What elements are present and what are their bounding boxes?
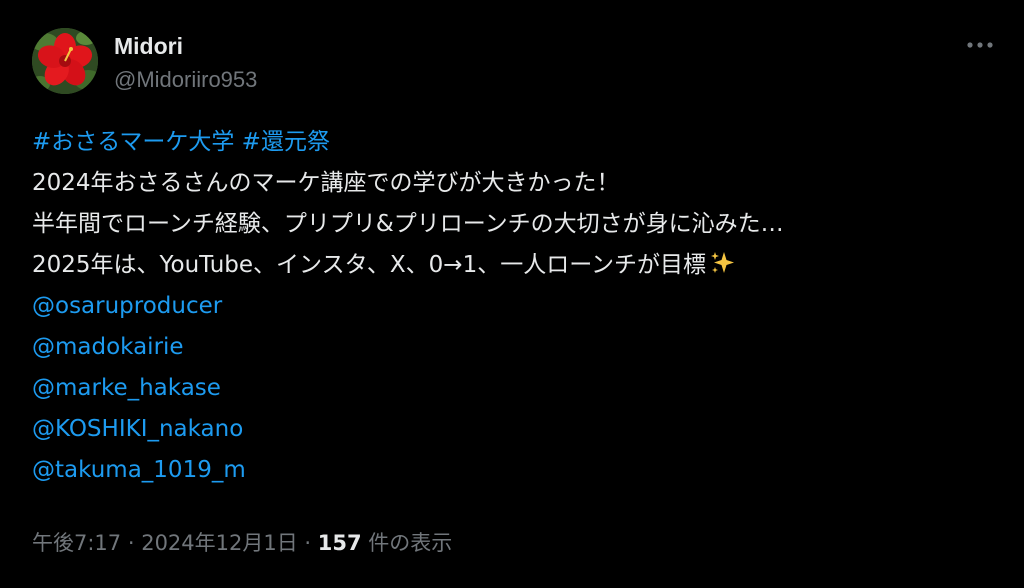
mention-link[interactable]: @marke_hakase [32, 375, 221, 401]
mention-line: @madokairie [32, 327, 992, 368]
mention-link[interactable]: @takuma_1019_m [32, 457, 246, 483]
avatar-hibiscus-image [32, 28, 98, 94]
mention-line: @KOSHIKI_nakano [32, 409, 992, 450]
mention-line: @osaruproducer [32, 286, 992, 327]
tweet-text-line-with-emoji: 2025年は、YouTube、インスタ、X、0→1、一人ローンチが目標 [32, 245, 992, 286]
tweet-card: Midori @Midoriiro953 #おさるマーケ大学 #還元祭 2024… [0, 0, 1024, 588]
mention-link[interactable]: @KOSHIKI_nakano [32, 416, 243, 442]
mention-link[interactable]: @osaruproducer [32, 293, 222, 319]
mention-link[interactable]: @madokairie [32, 334, 184, 360]
hashtag-link[interactable]: #還元祭 [242, 129, 330, 155]
avatar[interactable] [32, 28, 98, 94]
mention-line: @takuma_1019_m [32, 450, 992, 491]
hashtag-line: #おさるマーケ大学 #還元祭 [32, 122, 992, 163]
more-options-button[interactable] [964, 32, 996, 58]
mention-line: @marke_hakase [32, 368, 992, 409]
meta-separator: · [297, 531, 318, 555]
hashtag-link[interactable]: #おさるマーケ大学 [32, 129, 234, 155]
date-link[interactable]: 2024年12月1日 [141, 531, 298, 555]
sparkles-icon [710, 249, 736, 290]
tweet-text: #おさるマーケ大学 #還元祭 2024年おさるさんのマーケ講座での学びが大きかっ… [32, 122, 992, 491]
meta-separator: · [121, 531, 142, 555]
author-handle[interactable]: @Midoriiro953 [114, 67, 257, 93]
timestamp-link[interactable]: 午後7:17 [32, 531, 121, 555]
more-dots-icon [967, 42, 993, 48]
author-name[interactable]: Midori [114, 33, 183, 60]
tweet-text-line: 半年間でローンチ経験、プリプリ&プリローンチの大切さが身に沁みた… [32, 211, 784, 237]
tweet-text-line: 2025年は、YouTube、インスタ、X、0→1、一人ローンチが目標 [32, 252, 707, 278]
views-label: 件の表示 [361, 531, 453, 555]
views-count: 157 [317, 531, 362, 555]
tweet-text-line: 2024年おさるさんのマーケ講座での学びが大きかった！ [32, 170, 620, 196]
tweet-meta: 午後7:17 · 2024年12月1日 · 157 件の表示 [32, 527, 452, 557]
